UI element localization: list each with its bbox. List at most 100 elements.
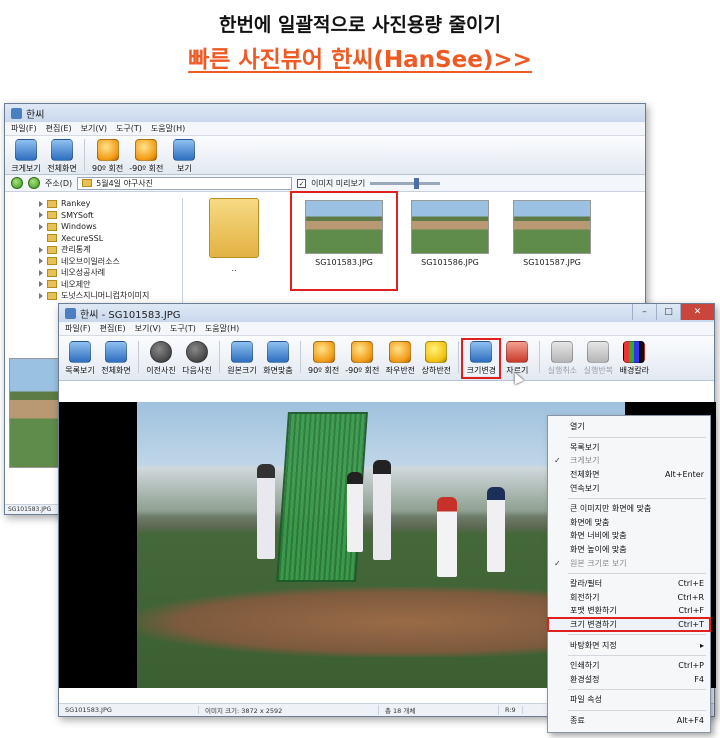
rotate-ccw-button[interactable]: -90º 회전 [343, 341, 381, 376]
menu-item-file-properties[interactable]: 파일 속성 [548, 693, 710, 707]
toolbar-divider [539, 341, 541, 373]
menu-tools[interactable]: 도구(T) [116, 123, 142, 134]
original-size-button[interactable]: 원본크기 [225, 341, 259, 376]
menu-item-convert-format[interactable]: 포맷 변환하기 Ctrl+F [548, 604, 710, 618]
redo-icon [587, 341, 610, 363]
menu-item-exit[interactable]: 종료 Alt+F4 [548, 714, 710, 728]
folder-icon [47, 199, 57, 208]
tree-item[interactable]: 관리통계 [5, 244, 182, 256]
menu-item-settings[interactable]: 환경설정 F4 [548, 673, 710, 687]
menu-item-fit-height[interactable]: 화면 높이에 맞춤 [548, 543, 710, 557]
menu-item-resize[interactable]: 크기 변경하기 Ctrl+T [547, 616, 711, 633]
address-input[interactable]: 5월4일 야구사진 [77, 176, 293, 190]
flip-vertical-icon [425, 341, 448, 363]
tree-item[interactable]: 네오성공사례 [5, 267, 182, 279]
thumbnail-size-slider[interactable] [370, 177, 441, 189]
expand-icon[interactable] [39, 258, 43, 265]
forward-icon[interactable] [28, 177, 40, 189]
toolbar: 크게보기 전체화면 90º 회전 -90º 회전 보기 [5, 136, 645, 175]
hansee-link[interactable]: 빠른 사진뷰어 한씨(HanSee)>> [0, 40, 720, 74]
thumbnail-item[interactable]: SG101586.JPG [405, 200, 495, 267]
menu-file[interactable]: 파일(F) [11, 123, 37, 134]
view-button[interactable]: 보기 [167, 139, 201, 174]
expand-icon[interactable] [39, 269, 43, 276]
menu-edit[interactable]: 편집(E) [100, 323, 126, 334]
flip-vertical-button[interactable]: 상하반전 [419, 341, 453, 376]
back-icon[interactable] [11, 177, 23, 189]
redo-button[interactable]: 실행반복 [581, 341, 615, 376]
undo-icon [551, 341, 574, 363]
menu-separator [568, 634, 706, 636]
rotate-cw-icon [96, 139, 119, 161]
thumbnail-item[interactable]: SG101587.JPG [507, 200, 597, 267]
crop-icon [506, 341, 529, 363]
resize-button[interactable]: 크기변경 [461, 338, 502, 379]
menu-item-color-filter[interactable]: 칼라/필터 Ctrl+E [548, 577, 710, 591]
menu-item-view-large[interactable]: ✓ 크게보기 [548, 454, 710, 468]
rotate-cw-button[interactable]: 90º 회전 [306, 341, 341, 376]
menu-item-original-size[interactable]: ✓ 원본 크기로 보기 [548, 556, 710, 570]
maximize-icon[interactable]: □ [656, 304, 680, 320]
close-icon[interactable]: ✕ [680, 304, 714, 320]
original-size-icon [231, 341, 253, 363]
tree-item[interactable]: XecureSSL [5, 233, 182, 245]
tree-item[interactable]: 도넛스지니머니컴차이미지 [5, 290, 182, 302]
list-view-button[interactable]: 목록보기 [63, 341, 97, 376]
fit-screen-button[interactable]: 화면맞춤 [261, 341, 295, 376]
menu-file[interactable]: 파일(F) [65, 323, 91, 334]
fullscreen-button[interactable]: 전체화면 [45, 139, 79, 174]
thumbnail-folder[interactable]: .. [199, 198, 269, 273]
menu-item-fullscreen[interactable]: 전체화면 Alt+Enter [548, 468, 710, 482]
menu-view[interactable]: 보기(V) [81, 123, 107, 134]
tree-item[interactable]: Rankey [5, 198, 182, 210]
next-photo-button[interactable]: 다음사진 [180, 341, 214, 376]
menu-view[interactable]: 보기(V) [135, 323, 161, 334]
rotate-cw-icon [312, 341, 335, 363]
menu-tools[interactable]: 도구(T) [170, 323, 196, 334]
tree-item[interactable]: SMYSoft [5, 210, 182, 222]
slider-handle[interactable] [414, 177, 420, 189]
rotate-cw-button[interactable]: 90º 회전 [90, 139, 125, 174]
menu-item-fit-screen[interactable]: 화면에 맞춤 [548, 516, 710, 530]
expand-icon[interactable] [39, 292, 43, 299]
thumbnail-item-selected[interactable]: SG101583.JPG [290, 191, 398, 291]
toolbar-divider [138, 341, 139, 373]
menu-item-slideshow[interactable]: 연속보기 [548, 481, 710, 495]
menu-edit[interactable]: 편집(E) [46, 123, 72, 134]
expand-icon[interactable] [39, 212, 43, 219]
menu-item-list-view[interactable]: 목록보기 [548, 441, 710, 455]
minimize-icon[interactable]: – [632, 304, 656, 320]
fullscreen-button[interactable]: 전체화면 [99, 341, 133, 376]
player-figure [487, 487, 505, 572]
app-icon [11, 107, 22, 119]
address-bar: 주소(D) 5월4일 야구사진 ✓ 이미지 미리보기 [5, 175, 645, 192]
expand-icon[interactable] [39, 246, 43, 253]
expand-icon[interactable] [39, 223, 43, 230]
tree-item[interactable]: Windows [5, 221, 182, 233]
background-color-button[interactable]: 배경칼라 [617, 341, 651, 376]
tree-item[interactable]: 네오제안 [5, 279, 182, 291]
toolbar-divider [219, 341, 220, 373]
menu-help[interactable]: 도움말(H) [205, 323, 239, 334]
menu-item-fit-width[interactable]: 화면 너비에 맞춤 [548, 529, 710, 543]
folder-icon [47, 291, 57, 300]
rotate-ccw-button[interactable]: -90º 회전 [127, 139, 165, 174]
menu-item-fit-large-only[interactable]: 큰 이미지만 화면에 맞춤 [548, 502, 710, 516]
menu-help[interactable]: 도움말(H) [151, 123, 185, 134]
expand-icon[interactable] [39, 200, 43, 207]
undo-button[interactable]: 실행취소 [545, 341, 579, 376]
menu-item-open[interactable]: 열기 [548, 420, 710, 434]
tree-item[interactable]: 네오브이일러소스 [5, 256, 182, 268]
previous-photo-button[interactable]: 이전사진 [144, 341, 178, 376]
view-large-button[interactable]: 크게보기 [9, 139, 43, 174]
check-icon: ✓ [554, 558, 561, 568]
preview-checkbox[interactable]: ✓ [297, 178, 307, 188]
window-controls: – □ ✕ [632, 304, 714, 322]
status-filename: SG101583.JPG [59, 706, 199, 714]
expand-icon[interactable] [39, 281, 43, 288]
menu-item-print[interactable]: 인쇄하기 Ctrl+P [548, 659, 710, 673]
menu-item-rotate[interactable]: 회전하기 Ctrl+R [548, 591, 710, 605]
flip-horizontal-button[interactable]: 좌우반전 [383, 341, 417, 376]
toolbar-divider [84, 139, 85, 171]
menu-item-set-wallpaper[interactable]: 바탕화면 지정 ▸ [548, 638, 710, 652]
